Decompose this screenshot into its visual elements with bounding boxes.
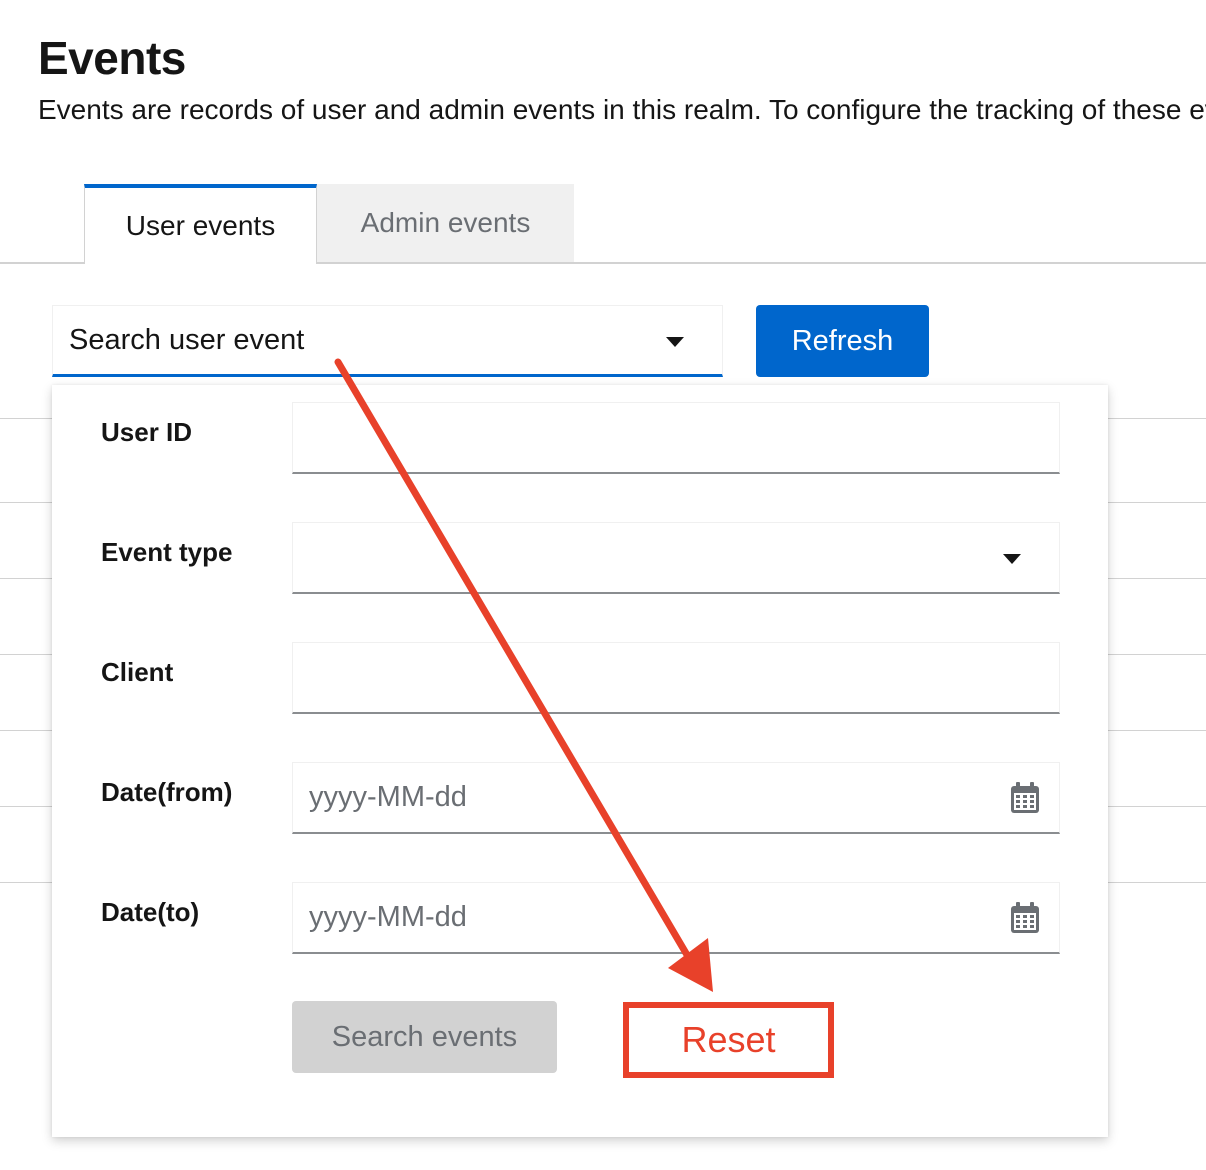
search-dropdown-label: Search user event xyxy=(69,323,305,356)
user-id-label: User ID xyxy=(101,417,193,447)
search-events-button[interactable]: Search events xyxy=(292,1001,557,1073)
client-label: Client xyxy=(101,657,174,687)
date-to-field xyxy=(292,882,1060,954)
events-page: Events Events are records of user and ad… xyxy=(0,0,1206,1170)
event-type-select[interactable] xyxy=(292,522,1060,594)
date-from-label: Date(from) xyxy=(101,777,233,807)
page-header: Events Events are records of user and ad… xyxy=(38,30,1206,130)
date-from-input[interactable] xyxy=(292,762,1060,834)
reset-button[interactable] xyxy=(627,1005,830,1071)
page-title: Events xyxy=(38,32,186,84)
tab-label: User events xyxy=(125,210,276,241)
caret-down-icon xyxy=(666,337,684,347)
caret-down-icon xyxy=(1003,554,1021,564)
date-to-input[interactable] xyxy=(292,882,1060,954)
tab-admin-events[interactable]: Admin events xyxy=(317,184,574,262)
refresh-button[interactable]: Refresh xyxy=(756,305,929,377)
search-form-panel: User ID Event type Client Date(from) Dat… xyxy=(52,385,1108,1137)
tab-user-events[interactable]: User events xyxy=(84,184,317,264)
client-input[interactable] xyxy=(292,642,1060,714)
calendar-icon[interactable] xyxy=(1010,902,1040,934)
tab-label: Admin events xyxy=(360,207,531,238)
search-user-event-dropdown[interactable]: Search user event xyxy=(52,305,723,377)
date-from-field xyxy=(292,762,1060,834)
event-type-label: Event type xyxy=(101,537,233,567)
user-id-input[interactable] xyxy=(292,402,1060,474)
date-to-label: Date(to) xyxy=(101,897,200,927)
calendar-icon[interactable] xyxy=(1010,782,1040,814)
page-description: Events are records of user and admin eve… xyxy=(38,94,1206,125)
